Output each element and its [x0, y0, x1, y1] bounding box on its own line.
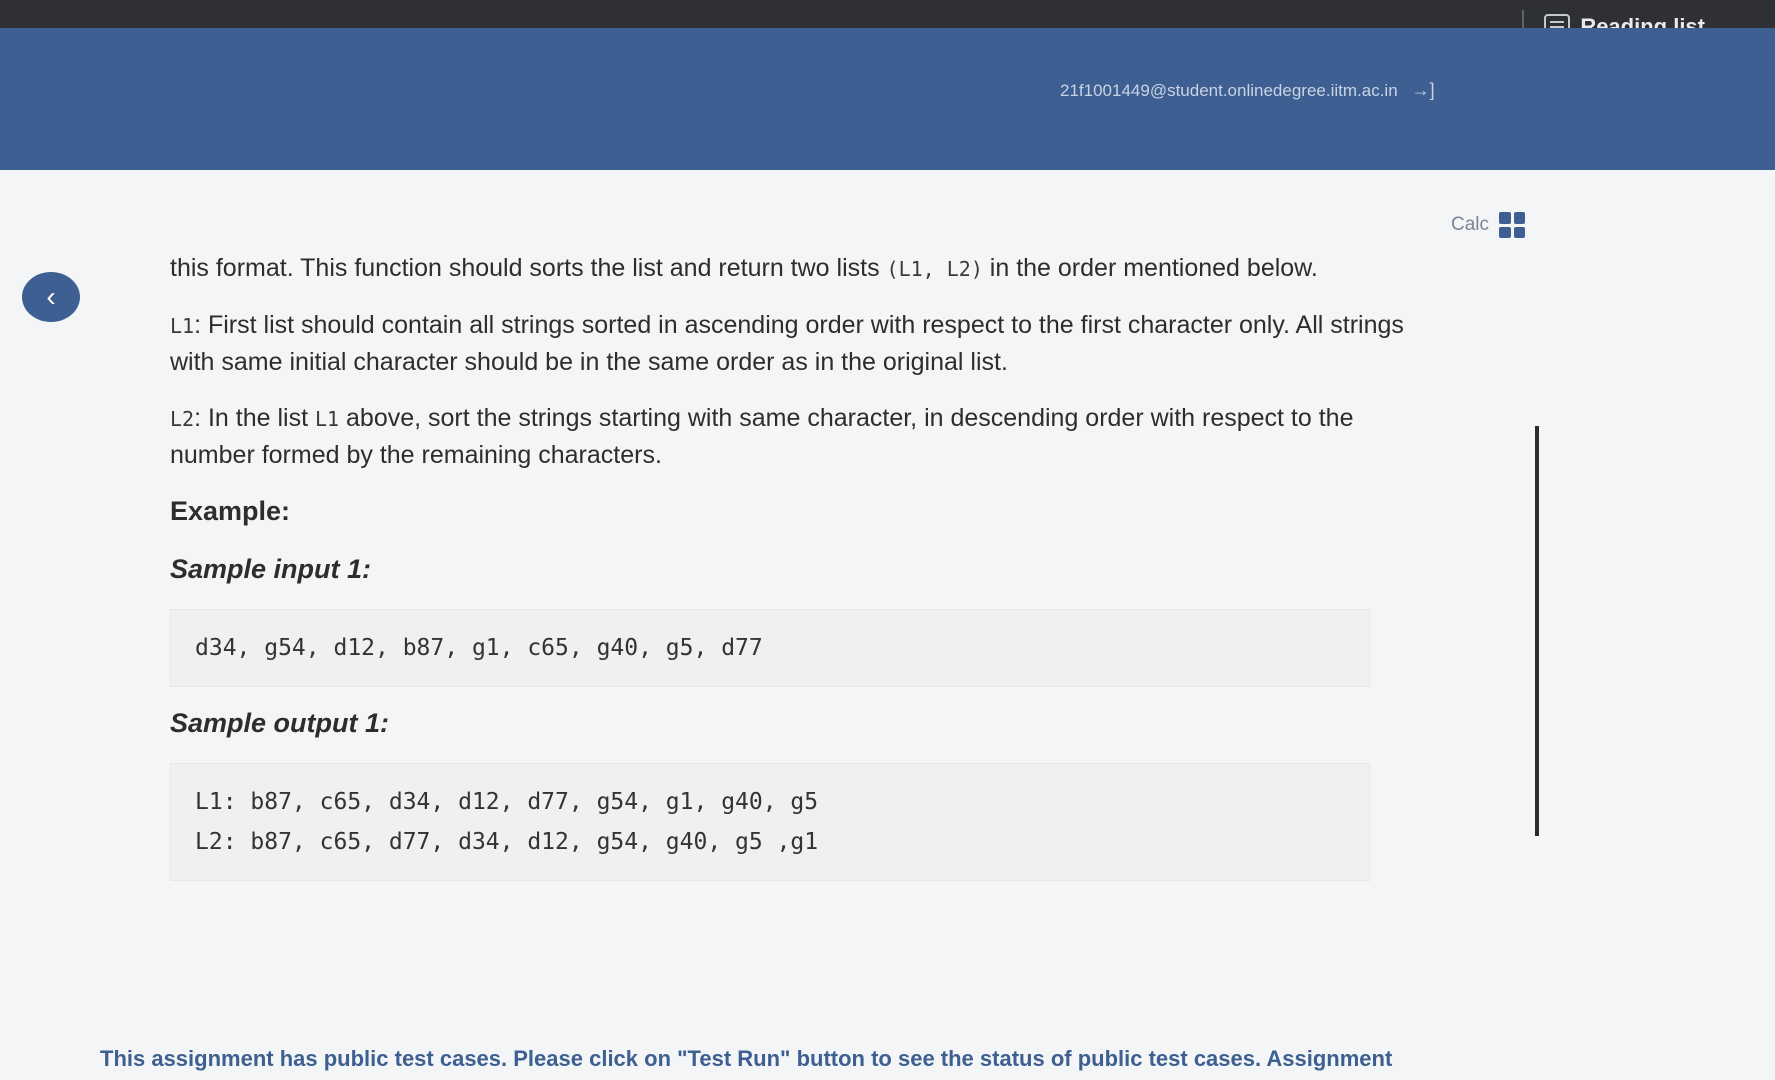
main-content: ‹ Calc this format. This function should…	[0, 170, 1775, 1080]
inline-code: L1	[314, 407, 340, 431]
question-body: this format. This function should sorts …	[170, 250, 1430, 881]
logout-icon[interactable]: →]	[1412, 80, 1435, 101]
question-intro: this format. This function should sorts …	[170, 250, 1430, 287]
test-cases-note: This assignment has public test cases. P…	[100, 1046, 1393, 1071]
l1-description: L1: First list should contain all string…	[170, 307, 1430, 380]
sample-output-l2: L2: b87, c65, d77, d34, d12, g54, g40, g…	[195, 829, 819, 855]
vertical-scrollbar[interactable]	[1535, 426, 1539, 836]
calc-label: Calc	[1450, 214, 1489, 235]
sample-input-line: d34, g54, d12, b87, g1, c65, g40, g5, d7…	[195, 635, 763, 661]
intro-text-end: in the order mentioned below.	[982, 254, 1318, 282]
l2-text: : In the list	[194, 404, 315, 432]
user-email: 21f1001449@student.onlinedegree.iitm.ac.…	[1060, 80, 1398, 100]
l2-description: L2: In the list L1 above, sort the strin…	[170, 400, 1430, 473]
sample-output-heading: Sample output 1:	[170, 708, 390, 738]
back-button[interactable]: ‹	[22, 272, 80, 322]
l2-text-end: above, sort the strings starting with sa…	[170, 404, 1354, 469]
inline-code: (L1, L2)	[886, 257, 983, 281]
sample-output-block: L1: b87, c65, d34, d12, d77, g54, g1, g4…	[170, 763, 1370, 881]
intro-text: this format. This function should sorts …	[170, 254, 887, 282]
calc-button[interactable]: Calc	[1451, 212, 1525, 238]
calculator-icon	[1499, 212, 1525, 238]
example-heading: Example:	[170, 496, 291, 526]
l1-text: : First list should contain all strings …	[170, 311, 1404, 376]
sample-input-block: d34, g54, d12, b87, g1, c65, g40, g5, d7…	[170, 609, 1370, 687]
inline-code: L2	[170, 407, 195, 431]
user-info: 21f1001449@student.onlinedegree.iitm.ac.…	[1060, 80, 1435, 101]
chevron-left-icon: ‹	[46, 281, 56, 312]
sample-output-l1: L1: b87, c65, d34, d12, d77, g54, g1, g4…	[195, 789, 819, 815]
inline-code: L1	[170, 314, 195, 338]
sample-input-heading: Sample input 1:	[170, 554, 372, 584]
